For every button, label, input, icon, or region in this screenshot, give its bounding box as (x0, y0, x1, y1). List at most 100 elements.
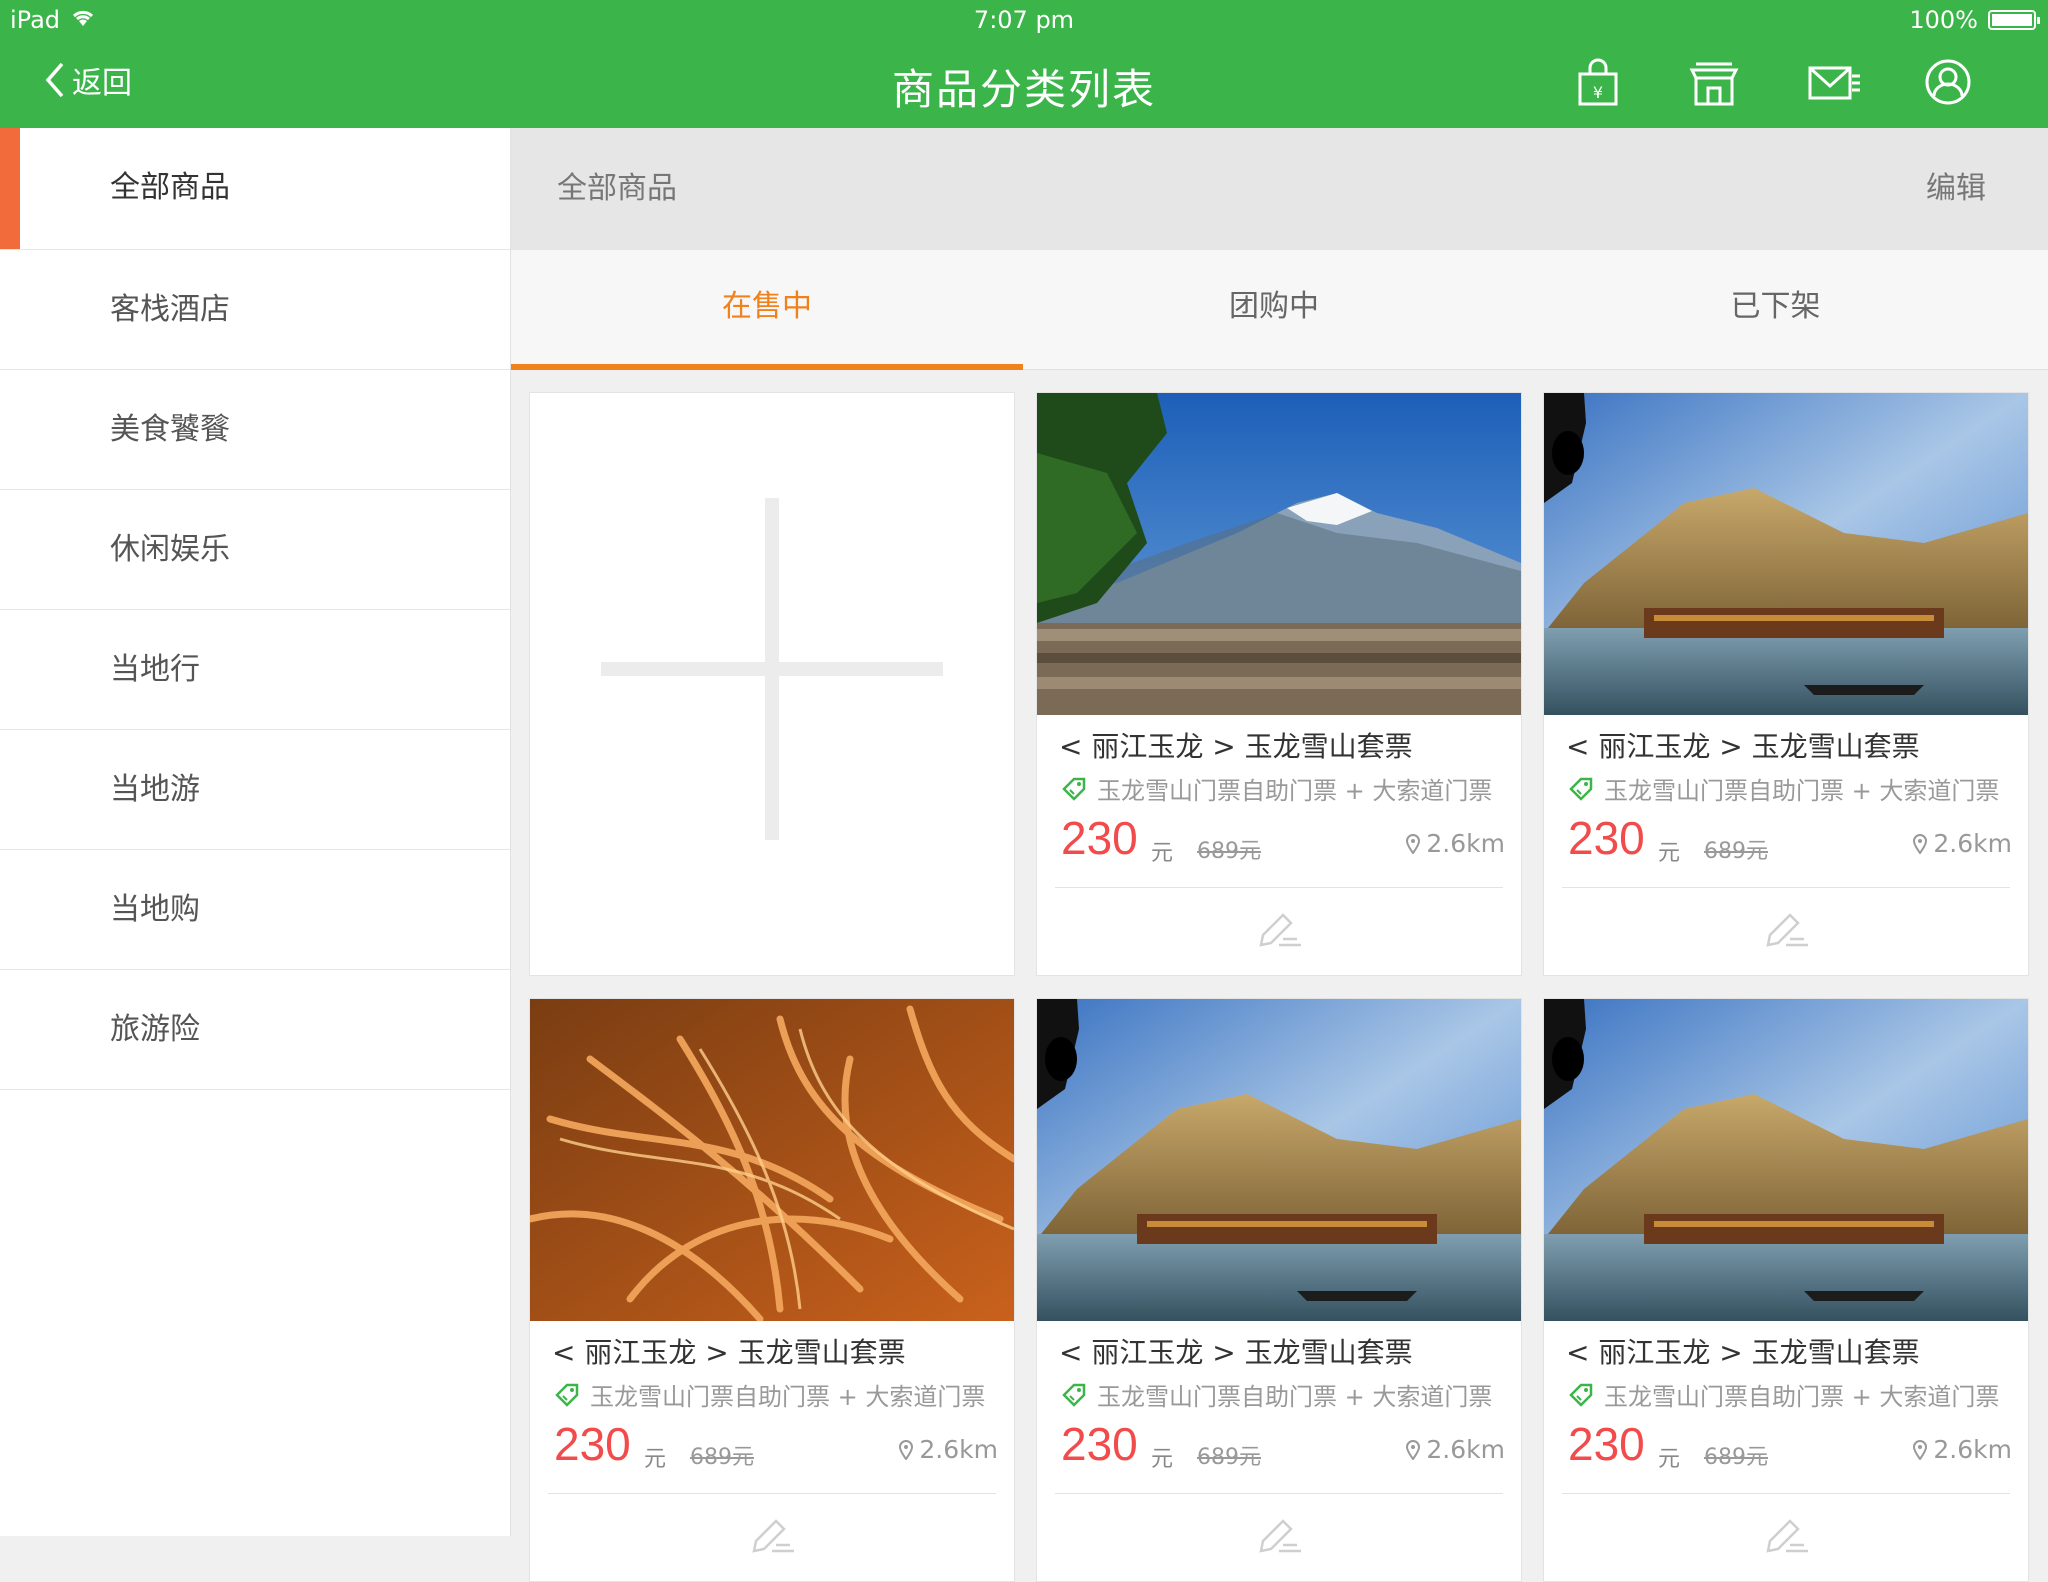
sidebar-item-local-tours[interactable]: 当地游 (0, 730, 510, 850)
svg-text:¥: ¥ (1593, 83, 1603, 102)
product-subtitle: 玉龙雪山门票自助门票 + 大索道门票 (1061, 771, 1492, 806)
sidebar-item-label: 全部商品 (110, 170, 230, 205)
product-distance: 2.6km (1406, 1435, 1505, 1464)
product-price: 230 (1061, 1418, 1138, 1470)
original-price: 689元 (1197, 1445, 1261, 1470)
tab-group-buying[interactable]: 团购中 (1023, 250, 1525, 369)
sidebar-item-label: 当地购 (110, 892, 200, 927)
sidebar-item-all-products[interactable]: 全部商品 (0, 128, 510, 250)
distance-text: 2.6km (1426, 1435, 1505, 1464)
product-image[interactable] (530, 999, 1014, 1321)
product-subtitle: 玉龙雪山门票自助门票 + 大索道门票 (1568, 1377, 1999, 1412)
card-divider (1562, 1493, 2010, 1494)
original-price: 689元 (1704, 839, 1768, 864)
sidebar-item-label: 休闲娱乐 (110, 532, 230, 567)
edit-product-icon[interactable] (748, 1511, 796, 1555)
tab-on-sale[interactable]: 在售中 (511, 250, 1023, 370)
ticket-tag-icon (1062, 1383, 1086, 1407)
product-title: < 丽江玉龙 > 玉龙雪山套票 (1059, 1336, 1413, 1369)
price-unit: 元 (1658, 1447, 1681, 1472)
product-distance: 2.6km (1406, 829, 1505, 858)
distance-text: 2.6km (1426, 829, 1505, 858)
user-icon[interactable] (1922, 56, 1974, 108)
sidebar-item-inn-hotel[interactable]: 客栈酒店 (0, 250, 510, 370)
product-subtitle-text: 玉龙雪山门票自助门票 + 大索道门票 (1097, 777, 1493, 805)
ticket-tag-icon (1569, 1383, 1593, 1407)
sidebar-item-local-shopping[interactable]: 当地购 (0, 850, 510, 970)
location-pin-icon (899, 1439, 914, 1460)
product-distance: 2.6km (899, 1435, 998, 1464)
product-card[interactable]: < 丽江玉龙 > 玉龙雪山套票 玉龙雪山门票自助门票 + 大索道门票 230 元… (1543, 392, 2029, 976)
sidebar-item-label: 当地游 (110, 772, 200, 807)
card-divider (1562, 887, 2010, 888)
sidebar-item-food[interactable]: 美食饕餮 (0, 370, 510, 490)
card-divider (1055, 887, 1503, 888)
product-image[interactable] (1037, 999, 1521, 1321)
ticket-tag-icon (1569, 777, 1593, 801)
battery-percent: 100% (1909, 6, 1978, 34)
status-time: 7:07 pm (973, 6, 1075, 34)
location-pin-icon (1406, 833, 1421, 854)
sidebar-item-travel-insurance[interactable]: 旅游险 (0, 970, 510, 1090)
distance-text: 2.6km (1933, 829, 2012, 858)
sidebar-item-label: 美食饕餮 (110, 412, 230, 447)
product-subtitle: 玉龙雪山门票自助门票 + 大索道门票 (554, 1377, 985, 1412)
store-icon[interactable] (1688, 56, 1740, 108)
product-price: 230 (1061, 812, 1138, 864)
page-title: 商品分类列表 (891, 65, 1156, 114)
add-product-button[interactable] (529, 392, 1015, 976)
product-card[interactable]: < 丽江玉龙 > 玉龙雪山套票 玉龙雪山门票自助门票 + 大索道门票 230 元… (1036, 392, 1522, 976)
section-title: 全部商品 (557, 171, 677, 206)
distance-text: 2.6km (1933, 1435, 2012, 1464)
product-price: 230 (1568, 1418, 1645, 1470)
sidebar-item-label: 旅游险 (110, 1012, 200, 1047)
original-price: 689元 (1197, 839, 1261, 864)
product-price: 230 (1568, 812, 1645, 864)
edit-product-icon[interactable] (1255, 1511, 1303, 1555)
product-subtitle-text: 玉龙雪山门票自助门票 + 大索道门票 (1097, 1383, 1493, 1411)
product-image[interactable] (1544, 999, 2028, 1321)
product-title: < 丽江玉龙 > 玉龙雪山套票 (1059, 730, 1413, 763)
ticket-tag-icon (555, 1383, 579, 1407)
location-pin-icon (1406, 1439, 1421, 1460)
product-card[interactable]: < 丽江玉龙 > 玉龙雪山套票 玉龙雪山门票自助门票 + 大索道门票 230 元… (1543, 998, 2029, 1582)
card-divider (1055, 1493, 1503, 1494)
product-subtitle: 玉龙雪山门票自助门票 + 大索道门票 (1568, 771, 1999, 806)
original-price: 689元 (1704, 1445, 1768, 1470)
product-subtitle-text: 玉龙雪山门票自助门票 + 大索道门票 (1604, 1383, 2000, 1411)
mail-icon[interactable] (1806, 56, 1860, 108)
edit-product-icon[interactable] (1255, 905, 1303, 949)
original-price: 689元 (690, 1445, 754, 1470)
edit-product-icon[interactable] (1762, 905, 1810, 949)
product-card[interactable]: < 丽江玉龙 > 玉龙雪山套票 玉龙雪山门票自助门票 + 大索道门票 230 元… (1036, 998, 1522, 1582)
section-header: 全部商品 编辑 (511, 128, 2048, 250)
shopping-bag-icon[interactable]: ¥ (1572, 56, 1624, 108)
price-unit: 元 (1151, 1447, 1174, 1472)
product-subtitle-text: 玉龙雪山门票自助门票 + 大索道门票 (590, 1383, 986, 1411)
sidebar-item-leisure[interactable]: 休闲娱乐 (0, 490, 510, 610)
product-distance: 2.6km (1913, 829, 2012, 858)
product-image[interactable] (1544, 393, 2028, 715)
sidebar-item-local-transport[interactable]: 当地行 (0, 610, 510, 730)
product-distance: 2.6km (1913, 1435, 2012, 1464)
location-pin-icon (1913, 833, 1928, 854)
product-subtitle-text: 玉龙雪山门票自助门票 + 大索道门票 (1604, 777, 2000, 805)
edit-product-icon[interactable] (1762, 1511, 1810, 1555)
product-subtitle: 玉龙雪山门票自助门票 + 大索道门票 (1061, 1377, 1492, 1412)
edit-button[interactable]: 编辑 (1926, 128, 1986, 250)
product-price: 230 (554, 1418, 631, 1470)
price-unit: 元 (1658, 841, 1681, 866)
ticket-tag-icon (1062, 777, 1086, 801)
product-card[interactable]: < 丽江玉龙 > 玉龙雪山套票 玉龙雪山门票自助门票 + 大索道门票 230 元… (529, 998, 1015, 1582)
sidebar-item-label: 客栈酒店 (110, 292, 230, 327)
price-unit: 元 (644, 1447, 667, 1472)
status-tabs: 在售中 团购中 已下架 (511, 250, 2048, 370)
status-bar: iPad 7:07 pm 100% (0, 0, 2048, 40)
product-title: < 丽江玉龙 > 玉龙雪山套票 (1566, 1336, 1920, 1369)
sidebar-item-label: 当地行 (110, 652, 200, 687)
battery-icon (1988, 10, 2040, 30)
location-pin-icon (1913, 1439, 1928, 1460)
product-image[interactable] (1037, 393, 1521, 715)
tab-off-shelf[interactable]: 已下架 (1525, 250, 2026, 369)
distance-text: 2.6km (919, 1435, 998, 1464)
